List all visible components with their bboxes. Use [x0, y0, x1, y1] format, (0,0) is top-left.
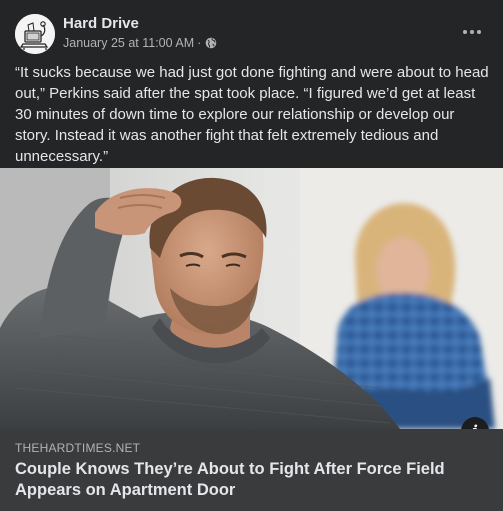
- post-header: Hard Drive January 25 at 11:00 AM ·: [0, 0, 503, 60]
- link-preview[interactable]: i THEHARDTIMES.NET Couple Knows They’re …: [0, 168, 503, 511]
- more-options-button[interactable]: [459, 20, 485, 44]
- meta-separator: ·: [197, 36, 202, 50]
- post-timestamp[interactable]: January 25 at 11:00 AM: [63, 36, 194, 50]
- post-body-text: “It sucks because we had just got done f…: [15, 64, 489, 165]
- more-horizontal-icon: [463, 30, 467, 34]
- more-horizontal-icon: [470, 30, 474, 34]
- page-avatar[interactable]: [15, 14, 55, 54]
- more-horizontal-icon: [477, 30, 481, 34]
- link-preview-footer[interactable]: THEHARDTIMES.NET Couple Knows They’re Ab…: [0, 429, 503, 511]
- hard-drive-logo-icon: [15, 14, 55, 54]
- link-headline[interactable]: Couple Knows They’re About to Fight Afte…: [15, 459, 465, 501]
- post-meta: January 25 at 11:00 AM ·: [63, 36, 217, 50]
- globe-icon: [205, 37, 217, 49]
- link-domain: THEHARDTIMES.NET: [15, 441, 141, 455]
- article-photo[interactable]: [0, 168, 503, 429]
- post-card: Hard Drive January 25 at 11:00 AM · “It …: [0, 0, 503, 511]
- page-name[interactable]: Hard Drive: [63, 15, 139, 32]
